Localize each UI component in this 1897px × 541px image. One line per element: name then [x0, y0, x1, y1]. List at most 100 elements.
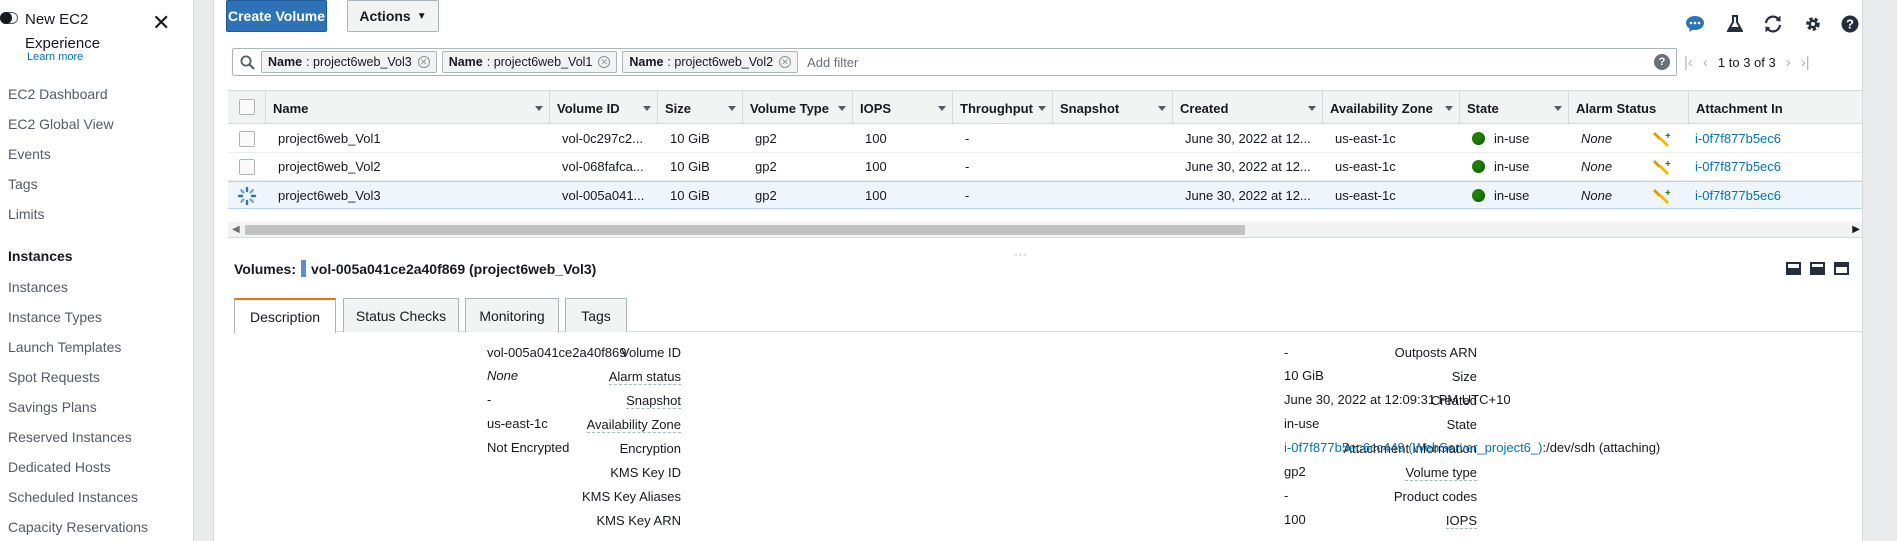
sidebar-item-scheduled-instances[interactable]: Scheduled Instances [8, 489, 138, 505]
first-page-icon[interactable]: |‹ [1684, 54, 1693, 71]
value-product-codes: - [1284, 488, 1289, 503]
svg-text:+: + [1665, 159, 1670, 170]
row-checkbox[interactable] [239, 159, 255, 175]
column-header-name[interactable]: Name [266, 91, 550, 125]
column-header-snapshot[interactable]: Snapshot [1053, 91, 1173, 125]
row-checkbox[interactable] [239, 131, 255, 147]
column-header-alarm-status[interactable]: Alarm Status [1569, 91, 1689, 125]
tab-description[interactable]: Description [234, 298, 336, 333]
table-row[interactable]: project6web_Vol2 vol-068fafca... 10 GiB … [228, 153, 1862, 181]
column-header-created[interactable]: Created [1173, 91, 1323, 125]
cell-created: June 30, 2022 at 12... [1185, 159, 1311, 174]
column-header-attachment[interactable]: Attachment In [1689, 91, 1862, 125]
filter-help-icon[interactable]: ? [1654, 54, 1670, 70]
sidebar-item-instance-types[interactable]: Instance Types [8, 309, 102, 325]
sidebar-item-events[interactable]: Events [8, 146, 51, 162]
sidebar-item-launch-templates[interactable]: Launch Templates [8, 339, 121, 355]
column-header-iops[interactable]: IOPS [853, 91, 953, 125]
sidebar-item-limits[interactable]: Limits [8, 206, 45, 222]
cell-attachment-link[interactable]: i-0f7f877b5ec6 [1695, 125, 1781, 152]
horizontal-scrollbar[interactable]: ◀ ▶ [228, 222, 1862, 238]
cell-created: June 30, 2022 at 12... [1185, 131, 1311, 146]
add-alarm-icon[interactable]: + [1652, 153, 1670, 180]
pane-top-icon[interactable] [1834, 262, 1849, 275]
sidebar-item-instances[interactable]: Instances [8, 279, 68, 295]
sidebar-item-spot-requests[interactable]: Spot Requests [8, 369, 100, 385]
cell-attachment-link[interactable]: i-0f7f877b5ec6 [1695, 182, 1781, 209]
column-label: IOPS [860, 100, 892, 116]
right-gutter [1862, 0, 1897, 541]
chat-icon[interactable] [1684, 13, 1706, 35]
cell-availability-zone: us-east-1c [1335, 188, 1396, 203]
table-row[interactable]: project6web_Vol1 vol-0c297c2... 10 GiB g… [228, 125, 1862, 153]
tab-tags[interactable]: Tags [565, 298, 627, 332]
svg-text:+: + [1665, 188, 1670, 199]
prev-page-icon[interactable]: ‹ [1703, 54, 1708, 71]
filter-bar[interactable]: Name: project6web_Vol3 ✕ Name: project6w… [232, 48, 1677, 76]
tab-status-checks[interactable]: Status Checks [343, 298, 459, 332]
sidebar-item-savings-plans[interactable]: Savings Plans [8, 399, 97, 415]
remove-filter-icon[interactable]: ✕ [598, 56, 611, 68]
add-alarm-icon[interactable]: + [1652, 125, 1670, 152]
column-header-size[interactable]: Size [658, 91, 743, 125]
remove-filter-icon[interactable]: ✕ [779, 56, 792, 68]
last-page-icon[interactable]: ›| [1801, 54, 1810, 71]
help-icon[interactable]: ? [1839, 13, 1861, 35]
column-label: Throughput [960, 100, 1033, 116]
selection-marker [300, 260, 306, 277]
column-header-state[interactable]: State [1460, 91, 1569, 125]
filter-chip-key: Name [629, 55, 664, 69]
table-row-selected[interactable]: project6web_Vol3 vol-005a041... 10 GiB g… [228, 181, 1862, 209]
close-icon[interactable]: ✕ [152, 12, 170, 34]
new-experience-toggle[interactable] [0, 12, 18, 24]
scroll-left-icon[interactable]: ◀ [232, 224, 240, 235]
sidebar-item-dedicated-hosts[interactable]: Dedicated Hosts [8, 459, 111, 475]
svg-text:?: ? [1846, 17, 1854, 32]
filter-chip-value: project6web_Vol1 [493, 55, 593, 69]
attachment-instance-link[interactable]: i-0f7f877b5ec6cc449 (WebServer_project6_… [1284, 440, 1542, 455]
actions-dropdown[interactable]: Actions ▼ [347, 0, 439, 32]
sidebar-section-instances[interactable]: Instances [8, 248, 73, 264]
filter-chip[interactable]: Name: project6web_Vol3 ✕ [261, 51, 437, 73]
sidebar-item-ec2-dashboard[interactable]: EC2 Dashboard [8, 86, 108, 102]
filter-chip[interactable]: Name: project6web_Vol2 ✕ [622, 51, 799, 73]
sidebar-item-tags[interactable]: Tags [8, 176, 38, 192]
remove-filter-icon[interactable]: ✕ [417, 56, 430, 68]
sidebar-resize-gutter[interactable] [194, 0, 214, 541]
sidebar-item-reserved-instances[interactable]: Reserved Instances [8, 429, 132, 445]
value-volume-id: vol-005a041ce2a40f869 [487, 345, 627, 360]
select-all-checkbox[interactable] [239, 99, 255, 115]
value-volume-type: gp2 [1284, 464, 1306, 479]
pane-bottom-icon[interactable] [1786, 262, 1801, 275]
detail-title: Volumes: vol-005a041ce2a40f869 (project6… [234, 260, 596, 277]
pane-layout-controls [1786, 262, 1849, 275]
pane-middle-icon[interactable] [1810, 262, 1825, 275]
cell-volume-type: gp2 [755, 131, 777, 146]
cell-created: June 30, 2022 at 12... [1185, 188, 1311, 203]
scroll-right-icon[interactable]: ▶ [1852, 224, 1860, 235]
add-filter-input[interactable]: Add filter [807, 55, 858, 70]
add-alarm-icon[interactable]: + [1652, 182, 1670, 209]
cell-throughput: - [965, 188, 970, 203]
column-header-volume-id[interactable]: Volume ID [550, 91, 658, 125]
sidebar-item-capacity-reservations[interactable]: Capacity Reservations [8, 519, 148, 535]
column-header-volume-type[interactable]: Volume Type [743, 91, 853, 125]
scrollbar-thumb[interactable] [245, 225, 1245, 235]
column-header-availability-zone[interactable]: Availability Zone [1323, 91, 1460, 125]
cell-size: 10 GiB [670, 188, 710, 203]
flask-icon[interactable] [1724, 13, 1746, 35]
cell-name: project6web_Vol1 [278, 131, 381, 146]
next-page-icon[interactable]: › [1786, 54, 1791, 71]
tab-monitoring[interactable]: Monitoring [465, 298, 559, 332]
column-header-throughput[interactable]: Throughput [953, 91, 1053, 125]
cell-attachment-link[interactable]: i-0f7f877b5ec6 [1695, 153, 1781, 180]
cell-size: 10 GiB [670, 159, 710, 174]
filter-chip[interactable]: Name: project6web_Vol1 ✕ [441, 51, 618, 73]
select-all-header [228, 91, 266, 125]
split-pane-handle[interactable]: ◦◦◦ [1014, 250, 1028, 261]
create-volume-button[interactable]: Create Volume [226, 0, 327, 32]
gear-icon[interactable] [1802, 13, 1824, 35]
refresh-icon[interactable] [1762, 13, 1784, 35]
learn-more-link[interactable]: Learn more [27, 51, 83, 63]
sidebar-item-ec2-global-view[interactable]: EC2 Global View [8, 116, 114, 132]
